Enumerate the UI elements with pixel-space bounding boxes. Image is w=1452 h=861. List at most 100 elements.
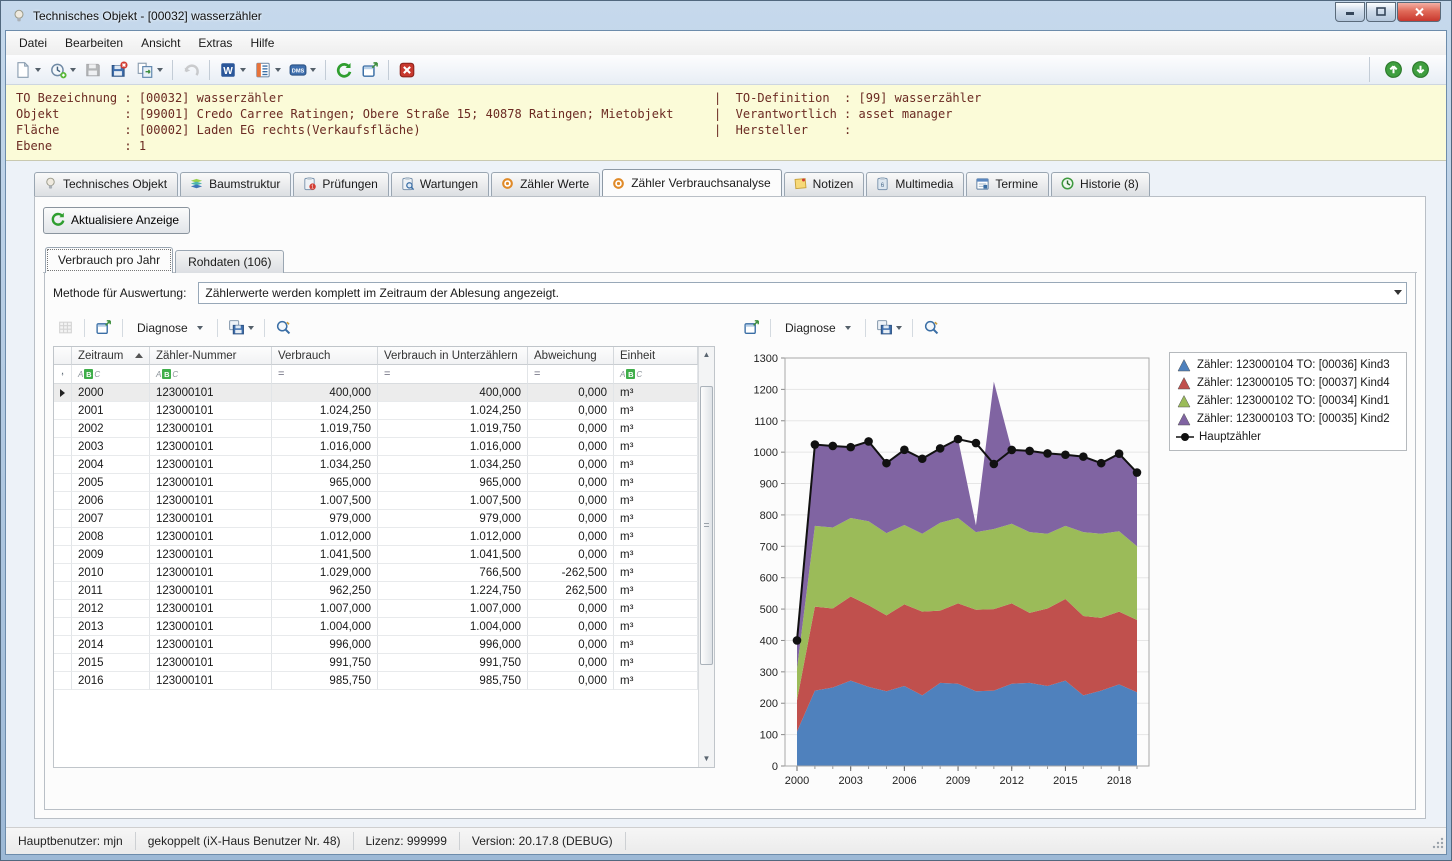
title-bar[interactable]: Technisches Objekt - [00032] wasserzähle… bbox=[5, 1, 1447, 30]
row-selector[interactable] bbox=[54, 600, 72, 618]
refresh-button[interactable] bbox=[332, 58, 356, 82]
tab-zähler-werte[interactable]: Zähler Werte bbox=[491, 172, 600, 196]
save-export-button[interactable] bbox=[224, 316, 258, 339]
row-selector[interactable] bbox=[54, 672, 72, 690]
filter-cell[interactable]: = bbox=[528, 365, 614, 384]
table-row-2003[interactable]: 20031230001011.016,0001.016,0000,000m³ bbox=[54, 438, 698, 456]
table-row-2011[interactable]: 2011123000101962,2501.224,750262,500m³ bbox=[54, 582, 698, 600]
table-row-2009[interactable]: 20091230001011.041,5001.041,5000,000m³ bbox=[54, 546, 698, 564]
navigate-down-button[interactable] bbox=[1408, 57, 1433, 82]
menu-extras[interactable]: Extras bbox=[189, 32, 241, 54]
export-window-button[interactable] bbox=[91, 316, 116, 339]
export-window-button[interactable] bbox=[358, 58, 382, 82]
word-export-button[interactable]: W bbox=[216, 58, 249, 82]
row-selector[interactable] bbox=[54, 582, 72, 600]
subtab-rohdaten-106-[interactable]: Rohdaten (106) bbox=[175, 250, 284, 273]
table-row-2014[interactable]: 2014123000101996,000996,0000,000m³ bbox=[54, 636, 698, 654]
filter-cell[interactable]: ABC bbox=[72, 365, 150, 384]
column-header-verbrauch-in-unterzählern[interactable]: Verbrauch in Unterzählern bbox=[378, 347, 528, 365]
tab-wartungen[interactable]: Wartungen bbox=[391, 172, 489, 196]
row-selector[interactable] bbox=[54, 474, 72, 492]
legend-item-hauptzaehler[interactable]: Hauptzähler bbox=[1176, 428, 1400, 446]
chevron-down-icon[interactable] bbox=[310, 68, 316, 72]
menu-ansicht[interactable]: Ansicht bbox=[132, 32, 189, 54]
copy-transfer-button[interactable] bbox=[133, 58, 166, 82]
filter-cell[interactable]: = bbox=[272, 365, 378, 384]
table-row-2002[interactable]: 20021230001011.019,7501.019,7500,000m³ bbox=[54, 420, 698, 438]
menu-datei[interactable]: Datei bbox=[10, 32, 56, 54]
row-selector[interactable] bbox=[54, 510, 72, 528]
legend-item[interactable]: Zähler: 123000103 TO: [00035] Kind2 bbox=[1176, 410, 1400, 428]
save-close-button[interactable] bbox=[107, 58, 131, 82]
export-window-button[interactable] bbox=[739, 316, 764, 339]
column-header-einheit[interactable]: Einheit bbox=[614, 347, 698, 365]
scroll-down-icon[interactable]: ▼ bbox=[699, 751, 714, 767]
table-row-2004[interactable]: 20041230001011.034,2501.034,2500,000m³ bbox=[54, 456, 698, 474]
method-select[interactable]: Zählerwerte werden komplett im Zeitraum … bbox=[198, 282, 1407, 304]
table-row-2015[interactable]: 2015123000101991,750991,7500,000m³ bbox=[54, 654, 698, 672]
row-selector[interactable] bbox=[54, 492, 72, 510]
save-export-button[interactable] bbox=[872, 316, 906, 339]
table-row-2006[interactable]: 20061230001011.007,5001.007,5000,000m³ bbox=[54, 492, 698, 510]
table-row-2001[interactable]: 20011230001011.024,2501.024,2500,000m³ bbox=[54, 402, 698, 420]
filter-cell[interactable]: = bbox=[378, 365, 528, 384]
menu-hilfe[interactable]: Hilfe bbox=[241, 32, 283, 54]
row-selector[interactable] bbox=[54, 384, 72, 402]
filter-pin-cell[interactable] bbox=[54, 365, 72, 384]
column-header-abweichung[interactable]: Abweichung bbox=[528, 347, 614, 365]
table-row-2013[interactable]: 20131230001011.004,0001.004,0000,000m³ bbox=[54, 618, 698, 636]
table-row-2010[interactable]: 20101230001011.029,000766,500-262,500m³ bbox=[54, 564, 698, 582]
tab-notizen[interactable]: Notizen bbox=[784, 172, 865, 196]
row-selector[interactable] bbox=[54, 546, 72, 564]
table-row-2005[interactable]: 2005123000101965,000965,0000,000m³ bbox=[54, 474, 698, 492]
row-selector[interactable] bbox=[54, 654, 72, 672]
legend-item[interactable]: Zähler: 123000104 TO: [00036] Kind3 bbox=[1176, 356, 1400, 374]
table-row-2016[interactable]: 2016123000101985,750985,7500,000m³ bbox=[54, 672, 698, 690]
tab-termine[interactable]: Termine bbox=[966, 172, 1049, 196]
tab-baumstruktur[interactable]: Baumstruktur bbox=[180, 172, 291, 196]
row-selector[interactable] bbox=[54, 564, 72, 582]
chevron-down-icon[interactable] bbox=[275, 68, 281, 72]
column-header-zähler-nummer[interactable]: Zähler-Nummer bbox=[150, 347, 272, 365]
column-header-verbrauch[interactable]: Verbrauch bbox=[272, 347, 378, 365]
menu-bearbeiten[interactable]: Bearbeiten bbox=[56, 32, 132, 54]
chevron-down-icon[interactable] bbox=[70, 68, 76, 72]
table-row-2000[interactable]: 2000123000101400,000400,0000,000m³ bbox=[54, 384, 698, 402]
scrollbar-track[interactable] bbox=[699, 363, 714, 751]
search-edit-button[interactable] bbox=[919, 316, 944, 339]
tab-prüfungen[interactable]: 1Prüfungen bbox=[293, 172, 388, 196]
refresh-display-button[interactable]: Aktualisiere Anzeige bbox=[43, 207, 190, 234]
tab-historie-8-[interactable]: Historie (8) bbox=[1051, 172, 1150, 196]
legend-item[interactable]: Zähler: 123000105 TO: [00037] Kind4 bbox=[1176, 374, 1400, 392]
minimize-button[interactable] bbox=[1335, 2, 1365, 22]
tab-multimedia[interactable]: 6Multimedia bbox=[866, 172, 964, 196]
scrollbar-thumb[interactable] bbox=[700, 386, 713, 665]
report-list-button[interactable] bbox=[251, 58, 284, 82]
close-button[interactable] bbox=[1397, 2, 1441, 22]
row-selector[interactable] bbox=[54, 528, 72, 546]
row-selector[interactable] bbox=[54, 636, 72, 654]
table-scrollbar[interactable]: ▲ ▼ bbox=[698, 347, 714, 767]
table-row-2007[interactable]: 2007123000101979,000979,0000,000m³ bbox=[54, 510, 698, 528]
search-edit-button[interactable] bbox=[271, 316, 296, 339]
chevron-down-icon[interactable] bbox=[248, 326, 254, 330]
row-selector[interactable] bbox=[54, 438, 72, 456]
diagnose-button[interactable]: Diagnose bbox=[777, 318, 859, 338]
tab-zähler-verbrauchsanalyse[interactable]: Zähler Verbrauchsanalyse bbox=[602, 169, 781, 196]
chevron-down-icon[interactable] bbox=[157, 68, 163, 72]
column-header-zeitraum[interactable]: Zeitraum bbox=[72, 347, 150, 365]
maximize-button[interactable] bbox=[1366, 2, 1396, 22]
filter-cell[interactable]: ABC bbox=[614, 365, 698, 384]
chevron-down-icon[interactable] bbox=[896, 326, 902, 330]
delete-button[interactable] bbox=[395, 58, 419, 82]
tab-technisches-objekt[interactable]: Technisches Objekt bbox=[34, 172, 178, 196]
chevron-down-icon[interactable] bbox=[35, 68, 41, 72]
row-selector[interactable] bbox=[54, 456, 72, 474]
subtab-verbrauch-pro-jahr[interactable]: Verbrauch pro Jahr bbox=[45, 247, 173, 273]
table-row-2012[interactable]: 20121230001011.007,0001.007,0000,000m³ bbox=[54, 600, 698, 618]
navigate-up-button[interactable] bbox=[1381, 57, 1406, 82]
scroll-up-icon[interactable]: ▲ bbox=[699, 347, 714, 363]
row-selector[interactable] bbox=[54, 402, 72, 420]
dms-button[interactable]: DMS bbox=[286, 58, 319, 82]
chevron-down-icon[interactable] bbox=[240, 68, 246, 72]
